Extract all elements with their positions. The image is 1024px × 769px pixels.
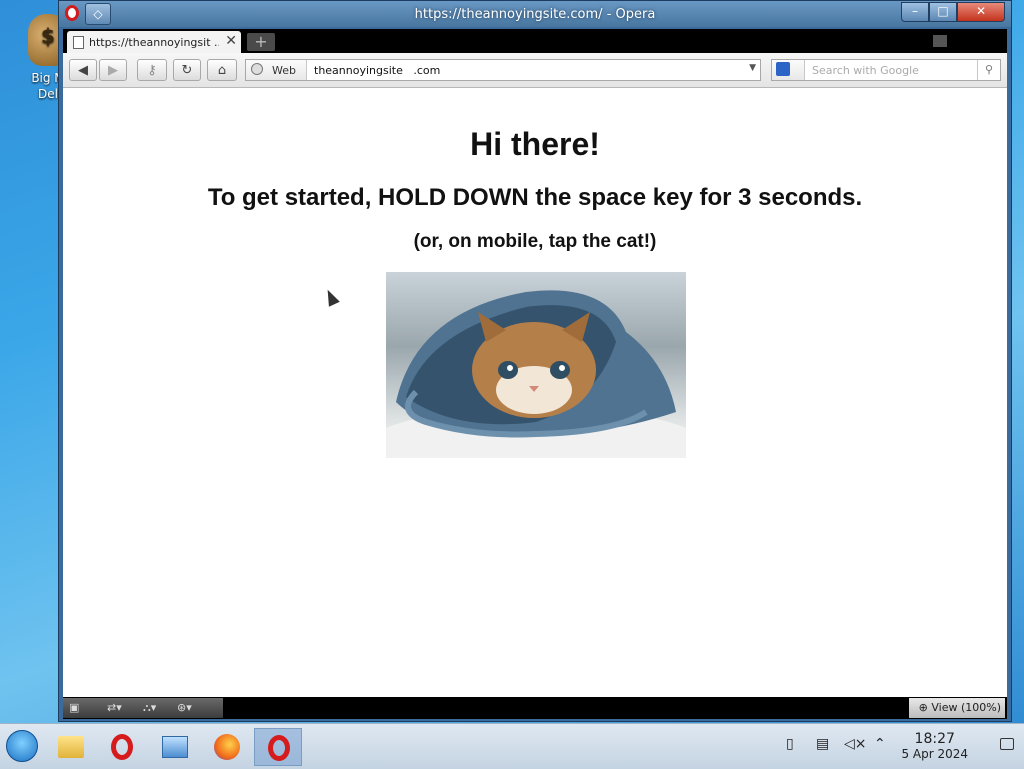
zoom-icon: ⊕ <box>918 701 932 714</box>
new-tab-button[interactable]: + <box>247 33 275 51</box>
title-bar[interactable]: ◇ https://theannoyingsite.com/ - Opera –… <box>59 1 1011 27</box>
start-button[interactable] <box>6 730 38 762</box>
maximize-button[interactable]: □ <box>929 2 957 22</box>
search-field[interactable]: Search with Google ⚲ <box>771 59 1001 81</box>
page-content: Hi there! To get started, HOLD DOWN the … <box>63 88 1007 697</box>
zoom-label: View (100%) <box>931 701 1001 714</box>
wand-key-button[interactable]: ⚷ <box>137 59 167 81</box>
window-title: https://theannoyingsite.com/ - Opera <box>414 7 656 22</box>
clock[interactable]: 18:27 5 Apr 2024 <box>901 732 968 762</box>
forward-button[interactable]: ▶ <box>99 59 127 81</box>
panel-toggle-icon[interactable]: ▣ <box>69 701 79 714</box>
taskbar: ▯ ▤ ◁× ⌃ 18:27 5 Apr 2024 <box>0 723 1024 769</box>
control-panel-icon[interactable] <box>154 728 194 766</box>
status-bar: ▣ ⇄▾ ⛬▾ ⊛▾ ⊕ View (100%) <box>63 697 1007 719</box>
opera-active-window-icon[interactable] <box>254 728 302 766</box>
search-placeholder: Search with Google <box>812 64 919 77</box>
mobile-note: (or, on mobile, tap the cat!) <box>413 231 657 252</box>
web-badge[interactable]: Web <box>246 60 307 80</box>
clock-date: 5 Apr 2024 <box>901 747 968 761</box>
globe-icon <box>251 63 263 75</box>
file-manager-icon[interactable] <box>50 728 90 766</box>
tab-close-icon[interactable]: ✕ <box>225 33 237 49</box>
status-controls: ▣ ⇄▾ ⛬▾ ⊛▾ <box>63 698 223 718</box>
minimize-button[interactable]: – <box>901 2 929 22</box>
chevron-up-icon[interactable]: ⌃ <box>874 736 886 752</box>
show-desktop-icon[interactable] <box>1000 738 1014 750</box>
clipboard-icon[interactable]: ▤ <box>816 736 829 752</box>
clock-time: 18:27 <box>914 731 955 747</box>
tab-label: https://theannoyingsit ... <box>89 36 219 49</box>
search-engine-icon[interactable] <box>772 60 805 80</box>
opera-taskbar-icon[interactable] <box>102 728 142 766</box>
page-heading: Hi there! <box>470 126 600 162</box>
back-button[interactable]: ◀ <box>69 59 97 81</box>
reload-button[interactable]: ↻ <box>173 59 201 81</box>
trash-icon[interactable] <box>933 35 947 47</box>
instruction-text: To get started, HOLD DOWN the space key … <box>207 184 863 211</box>
chevron-down-icon[interactable]: ▼ <box>749 63 756 73</box>
browser-window: ◇ https://theannoyingsite.com/ - Opera –… <box>58 0 1012 722</box>
address-text[interactable]: theannoyingsite .com <box>314 64 440 77</box>
close-button[interactable]: ✕ <box>957 2 1005 22</box>
cat-image[interactable] <box>386 272 686 458</box>
home-button[interactable]: ⌂ <box>207 59 237 81</box>
zoom-control[interactable]: ⊕ View (100%) <box>909 698 1005 718</box>
battery-icon[interactable]: ▯ <box>786 736 794 752</box>
sync-icon[interactable]: ⇄▾ <box>107 701 122 714</box>
tab-strip: https://theannoyingsit ... ✕ + <box>63 29 1007 53</box>
share-icon[interactable]: ⛬▾ <box>143 701 156 715</box>
address-bar[interactable]: Web theannoyingsite .com ▼ <box>245 59 761 81</box>
mouse-cursor <box>322 287 340 307</box>
navigation-toolbar: ◀ ▶ ⚷ ↻ ⌂ Web theannoyingsite .com ▼ Sea… <box>63 53 1007 88</box>
page-icon <box>73 36 84 49</box>
volume-muted-icon[interactable]: ◁× <box>844 736 867 752</box>
search-icon[interactable]: ⚲ <box>977 60 1000 80</box>
tab-theannoyingsite[interactable]: https://theannoyingsit ... ✕ <box>67 31 241 53</box>
web-label: Web <box>272 64 296 77</box>
firefox-icon[interactable] <box>206 728 246 766</box>
turbo-icon[interactable]: ⊛▾ <box>177 701 192 714</box>
